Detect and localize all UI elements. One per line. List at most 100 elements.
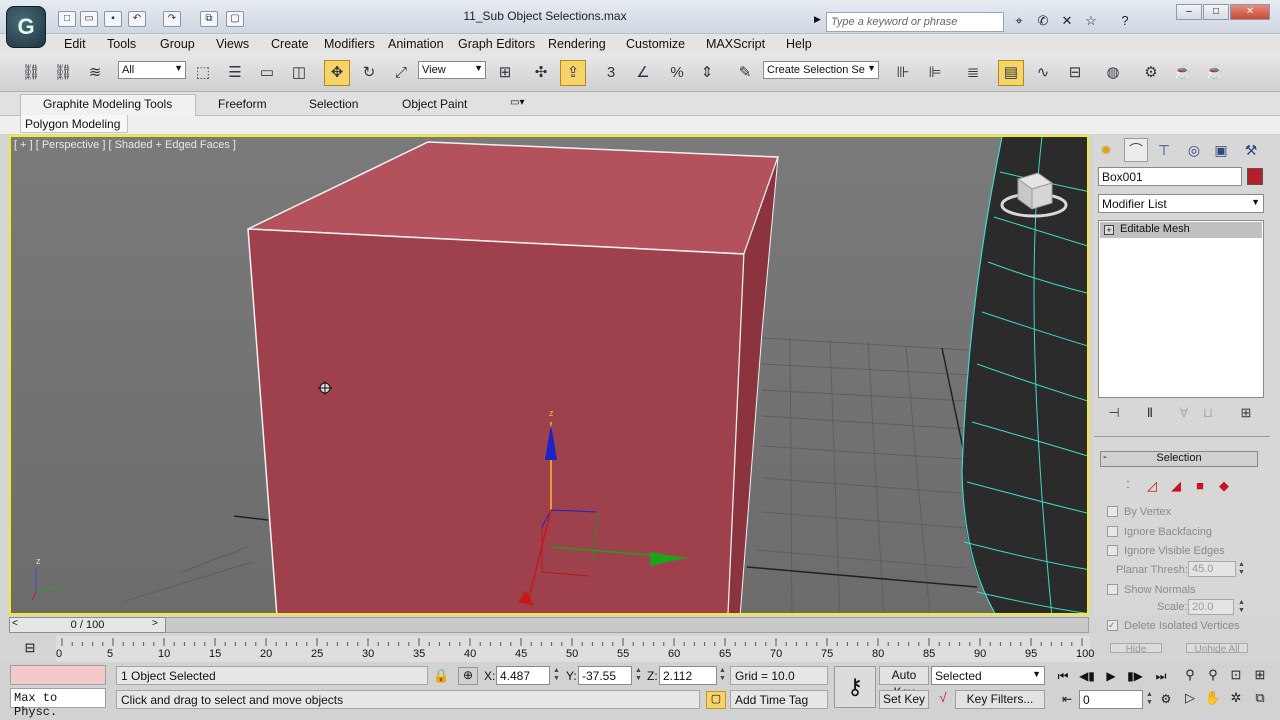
reference-coordinate-dropdown[interactable]: View ▼ (418, 61, 486, 79)
hide-button[interactable]: Hide (1110, 643, 1162, 653)
tab-object-paint[interactable]: Object Paint (402, 97, 467, 111)
maximize-button[interactable]: □ (1203, 4, 1229, 20)
graphite-toggle-icon[interactable]: ▤ (998, 60, 1024, 86)
time-configuration-icon[interactable]: ⚙ (1156, 690, 1176, 708)
display-tab-icon[interactable]: ▣ (1210, 139, 1232, 161)
key-mode-toggle-icon[interactable]: ⇤ (1057, 690, 1077, 708)
menu-rendering[interactable]: Rendering (548, 37, 606, 51)
window-crossing-icon[interactable]: ◫ (286, 60, 312, 86)
field-of-view-icon[interactable]: ▷ (1180, 690, 1200, 708)
menu-group[interactable]: Group (160, 37, 195, 51)
play-icon[interactable]: ▶ (1101, 667, 1121, 685)
percent-snap-icon[interactable]: % (664, 60, 690, 86)
menu-edit[interactable]: Edit (64, 37, 86, 51)
named-selection-dropdown[interactable]: Create Selection Se ▼ (763, 61, 879, 79)
menu-help[interactable]: Help (786, 37, 812, 51)
utilities-tab-icon[interactable]: ⚒ (1240, 139, 1262, 161)
frame-spinner[interactable]: ▲ ▼ (1145, 691, 1154, 707)
y-spinner[interactable]: ▲ ▼ (634, 667, 643, 683)
ignore-visible-edges-checkbox[interactable] (1107, 545, 1118, 556)
face-mode-icon[interactable]: ◢ (1168, 479, 1184, 493)
go-to-start-icon[interactable]: ⏮ (1053, 667, 1073, 685)
time-next-icon[interactable]: > (152, 618, 158, 629)
add-time-tag-button[interactable]: Add Time Tag (730, 690, 828, 709)
menu-customize[interactable]: Customize (626, 37, 685, 51)
app-logo-icon[interactable]: G (6, 6, 46, 48)
lock-selection-icon[interactable]: 🔒 (433, 668, 449, 684)
auto-key-button[interactable]: Auto Key (879, 666, 929, 699)
zoom-extents-icon[interactable]: ⊡ (1226, 667, 1246, 685)
scale-spinner[interactable]: ▲ ▼ (1237, 599, 1246, 615)
undo-icon[interactable]: ↶ (128, 11, 146, 27)
angle-snap-icon[interactable]: ∠ (630, 60, 656, 86)
menu-create[interactable]: Create (271, 37, 309, 51)
key-tangent-icon[interactable]: √ (933, 690, 953, 709)
minimize-button[interactable]: – (1176, 4, 1202, 20)
menu-tools[interactable]: Tools (107, 37, 136, 51)
binoculars-icon[interactable]: ⌖ (1010, 12, 1028, 30)
ribbon-options-icon[interactable]: ▭▾ (510, 97, 524, 108)
rectangular-selection-icon[interactable]: ▭ (254, 60, 280, 86)
time-slider-thumb[interactable]: 0 / 100 (9, 617, 166, 633)
maxscript-mini-listener[interactable]: Max to Physc. (10, 688, 106, 719)
zoom-all-icon[interactable]: ⚲ (1203, 667, 1223, 685)
tools-icon[interactable]: ✕ (1058, 12, 1076, 30)
tab-selection[interactable]: Selection (309, 97, 358, 111)
edit-named-selection-icon[interactable]: ✎ (732, 60, 758, 86)
snaps-toggle-icon[interactable]: 3 (598, 60, 624, 86)
absolute-mode-icon[interactable]: ⊕ (458, 667, 478, 685)
object-name-field[interactable]: Box001 (1098, 167, 1242, 186)
workspace-icon[interactable]: ▢ (226, 11, 244, 27)
show-end-result-icon[interactable]: Ⅱ (1140, 405, 1160, 423)
unlink-icon[interactable]: ⛓ (50, 60, 76, 86)
unhide-all-button[interactable]: Unhide All (1186, 643, 1248, 653)
time-prev-icon[interactable]: < (12, 618, 18, 629)
set-keys-key-icon[interactable]: ⚷ (834, 666, 876, 708)
menu-animation[interactable]: Animation (388, 37, 444, 51)
polygon-modeling-panel[interactable]: Polygon Modeling (20, 115, 128, 133)
z-coordinate-field[interactable]: 2.112 (659, 666, 717, 685)
x-coordinate-field[interactable]: 4.487 (496, 666, 550, 685)
pin-stack-icon[interactable]: ⊣ (1104, 405, 1124, 423)
y-coordinate-field[interactable]: -37.55 (578, 666, 632, 685)
configure-modifier-sets-icon[interactable]: ⊞ (1236, 405, 1256, 423)
scale-field[interactable]: 20.0 (1188, 599, 1234, 615)
element-mode-icon[interactable]: ◆ (1216, 479, 1232, 493)
menu-views[interactable]: Views (216, 37, 249, 51)
zoom-extents-all-icon[interactable]: ⊞ (1250, 667, 1270, 685)
show-normals-checkbox[interactable] (1107, 584, 1118, 595)
maximize-viewport-icon[interactable]: ⧉ (1250, 690, 1270, 708)
tab-freeform[interactable]: Freeform (218, 97, 267, 111)
zoom-icon[interactable]: ⚲ (1180, 667, 1200, 685)
menu-modifiers[interactable]: Modifiers (324, 37, 375, 51)
search-expand-icon[interactable]: ▶ (814, 14, 821, 25)
bind-space-warp-icon[interactable]: ≋ (82, 60, 108, 86)
make-unique-icon[interactable]: ∀ (1174, 405, 1194, 423)
pivot-center-icon[interactable]: ⊞ (492, 60, 518, 86)
viewport-label[interactable]: [ + ] [ Perspective ] [ Shaded + Edged F… (14, 139, 236, 151)
mirror-icon[interactable]: ⊪ (890, 60, 916, 86)
manipulate-icon[interactable]: ✣ (528, 60, 554, 86)
keyboard-shortcut-override-icon[interactable]: ⇪ (560, 60, 586, 86)
time-tag-icon[interactable]: ▢ (706, 691, 726, 709)
maxscript-listener-output[interactable] (10, 665, 106, 685)
previous-frame-icon[interactable]: ◀▮ (1077, 667, 1097, 685)
by-vertex-checkbox[interactable] (1107, 506, 1118, 517)
expand-plus-icon[interactable]: + (1104, 225, 1114, 235)
modifier-list-dropdown[interactable]: Modifier List ▼ (1098, 194, 1264, 213)
mini-curve-editor-icon[interactable]: ⊟ (20, 640, 40, 656)
selection-filter-dropdown[interactable]: All ▼ (118, 61, 186, 79)
communication-center-icon[interactable]: ✆ (1034, 12, 1052, 30)
hierarchy-tab-icon[interactable]: ⊤ (1153, 139, 1175, 161)
render-setup-icon[interactable]: ⚙ (1138, 60, 1164, 86)
align-icon[interactable]: ⊫ (922, 60, 948, 86)
modify-tab-icon[interactable]: ⌒ (1125, 139, 1147, 161)
remove-modifier-icon[interactable]: ⊔ (1198, 405, 1218, 423)
set-key-button[interactable]: Set Key (879, 690, 929, 709)
tab-graphite-modeling-tools[interactable]: Graphite Modeling Tools (43, 97, 172, 111)
render-production-icon[interactable]: ☕ (1202, 60, 1228, 86)
orbit-icon[interactable]: ✲ (1226, 690, 1246, 708)
z-spinner[interactable]: ▲ ▼ (718, 667, 727, 683)
delete-isolated-checkbox[interactable]: ✓ (1107, 620, 1118, 631)
favorites-star-icon[interactable]: ☆ (1082, 12, 1100, 30)
